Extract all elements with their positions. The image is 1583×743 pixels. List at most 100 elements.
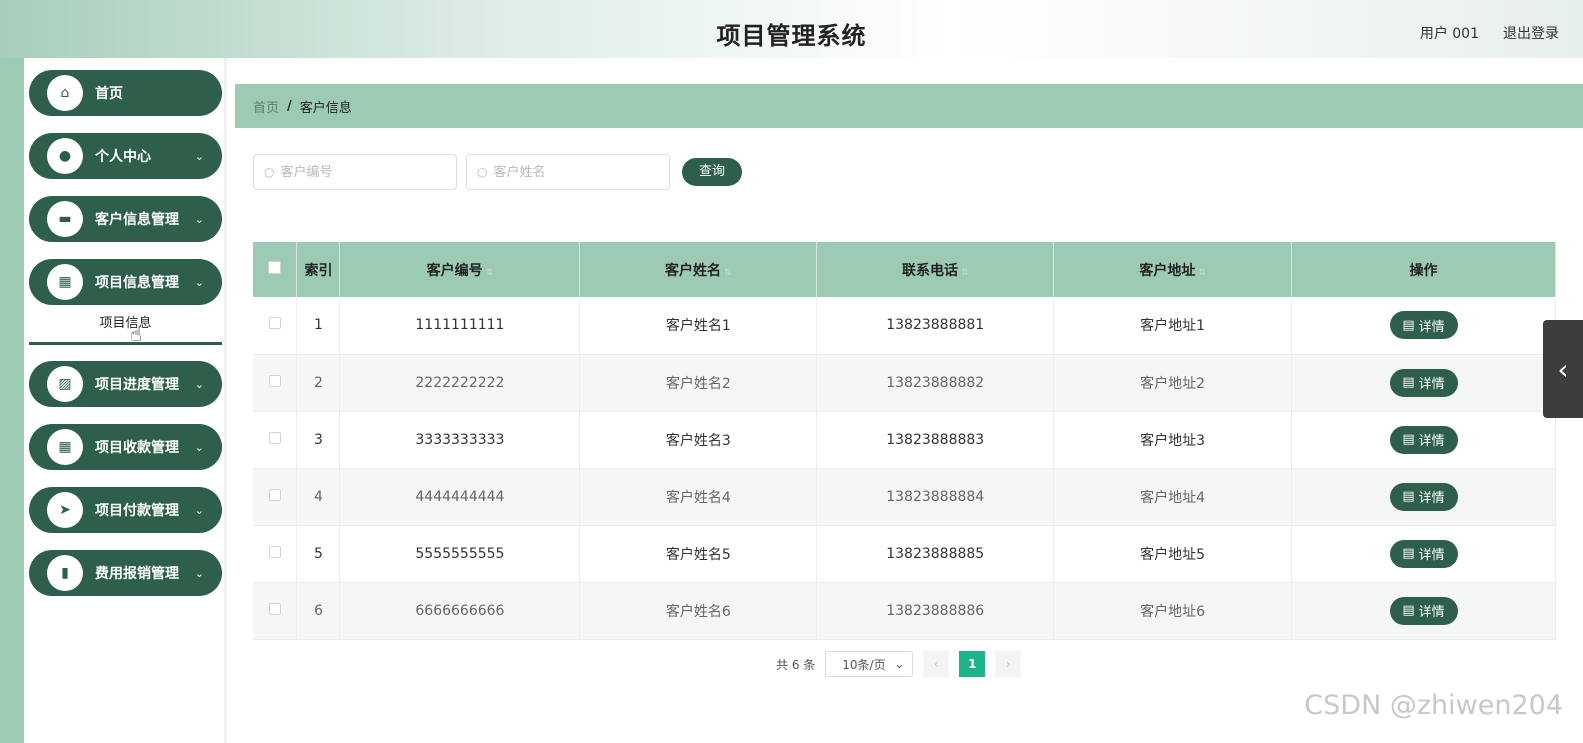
sort-icon[interactable]: ⇅ (486, 268, 494, 278)
cell-customer-name: 客户姓名2 (579, 354, 818, 412)
sort-icon[interactable]: ⇅ (1198, 268, 1206, 278)
detail-button[interactable]: ▤ 详情 (1389, 596, 1458, 625)
collapse-panel-tab[interactable]: ‹ (1543, 320, 1583, 418)
sidebar-item-home[interactable]: ⌂ 首页 (29, 70, 222, 116)
cell-address: 客户地址4 (1053, 468, 1293, 526)
detail-button[interactable]: ▤ 详情 (1389, 425, 1458, 454)
row-checkbox[interactable] (268, 602, 281, 615)
sidebar: ⌂ 首页 ● 个人中心 ⌄ ▬ 客户信息管理 ⌄ ▦ 项目信息管理 ⌄ 项目信息… (24, 58, 227, 743)
detail-button-label: 详情 (1418, 319, 1445, 335)
select-all-checkbox[interactable] (268, 261, 282, 274)
sidebar-item-label: 费用报销管理 (95, 566, 179, 582)
col-address[interactable]: 客户地址 ⇅ (1053, 242, 1293, 297)
document-icon: ▤ (1402, 603, 1415, 618)
cell-actions: ▤ 详情 (1291, 411, 1556, 469)
next-page-button[interactable]: › (995, 651, 1022, 677)
cell-customer-name: 客户姓名5 (579, 525, 818, 583)
detail-button[interactable]: ▤ 详情 (1389, 539, 1458, 568)
cell-index: 1 (296, 297, 341, 355)
col-customer-no-label: 客户编号 (426, 262, 483, 279)
breadcrumb-separator: / (287, 98, 292, 114)
cell-index: 5 (296, 525, 341, 583)
home-icon: ⌂ (47, 75, 83, 111)
row-checkbox[interactable] (268, 545, 281, 558)
cell-customer-no: 5555555555 (339, 525, 581, 583)
customer-name-search[interactable]: ○ (466, 154, 670, 190)
breadcrumb-current: 客户信息 (299, 100, 352, 116)
sidebar-item-project-management[interactable]: ▦ 项目信息管理 ⌄ (29, 259, 222, 305)
cell-customer-no: 2222222222 (339, 354, 581, 412)
hand-cursor-icon: ☝ (130, 322, 143, 346)
chevron-down-icon: ⌄ (194, 377, 204, 391)
cell-address: 客户地址3 (1053, 411, 1293, 469)
cell-address: 客户地址1 (1053, 297, 1293, 355)
detail-button-label: 详情 (1418, 434, 1445, 449)
sidebar-item-progress-management[interactable]: ▨ 项目进度管理 ⌄ (29, 361, 222, 407)
chart-icon: ▨ (47, 366, 83, 402)
cell-customer-no: 6666666666 (339, 582, 581, 640)
detail-button[interactable]: ▤ 详情 (1389, 368, 1458, 397)
table-header-row: 索引 客户编号 ⇅ 客户姓名 ⇅ 联系电话 ⇅ 客户地址 ⇅ 操作 (253, 242, 1556, 297)
detail-button[interactable]: ▤ 详情 (1389, 311, 1458, 340)
cell-customer-name: 客户姓名3 (579, 411, 818, 469)
cell-phone: 13823888886 (816, 582, 1055, 640)
detail-button-label: 详情 (1418, 491, 1445, 506)
col-phone[interactable]: 联系电话 ⇅ (816, 242, 1055, 297)
cell-phone: 13823888883 (816, 411, 1055, 469)
sort-icon[interactable]: ⇅ (961, 268, 969, 278)
row-checkbox[interactable] (268, 374, 281, 387)
sidebar-item-receipt-management[interactable]: ▦ 项目收款管理 ⌄ (29, 424, 222, 470)
detail-button-label: 详情 (1418, 605, 1445, 620)
sidebar-item-label: 客户信息管理 (95, 212, 179, 228)
row-checkbox[interactable] (268, 317, 281, 330)
col-customer-no[interactable]: 客户编号 ⇅ (339, 242, 581, 297)
prev-page-button[interactable]: ‹ (923, 651, 950, 677)
sidebar-item-profile[interactable]: ● 个人中心 ⌄ (29, 133, 222, 179)
search-icon: ○ (477, 165, 488, 179)
sidebar-item-customer-management[interactable]: ▬ 客户信息管理 ⌄ (29, 196, 222, 242)
customer-table: 索引 客户编号 ⇅ 客户姓名 ⇅ 联系电话 ⇅ 客户地址 ⇅ 操作 1 11111111… (253, 242, 1556, 640)
grid-icon: ▦ (47, 429, 83, 465)
customer-no-search[interactable]: ○ (253, 154, 457, 190)
chevron-down-icon: ⌄ (194, 440, 204, 454)
row-checkbox[interactable] (268, 488, 281, 501)
sort-icon[interactable]: ⇅ (724, 268, 732, 278)
cell-customer-name: 客户姓名4 (579, 468, 818, 526)
chevron-down-icon: ⌄ (894, 657, 905, 671)
breadcrumb-home[interactable]: 首页 (253, 97, 279, 116)
col-address-label: 客户地址 (1139, 262, 1196, 279)
customer-no-input[interactable] (280, 164, 431, 180)
sidebar-item-payment-management[interactable]: ➤ 项目付款管理 ⌄ (29, 487, 222, 533)
cell-customer-no: 1111111111 (339, 297, 581, 355)
row-checkbox[interactable] (268, 431, 281, 444)
bar-chart-icon: ▮ (47, 555, 83, 591)
detail-button-label: 详情 (1418, 377, 1445, 392)
cell-address: 客户地址5 (1053, 525, 1293, 583)
detail-button[interactable]: ▤ 详情 (1389, 482, 1458, 511)
left-strip (0, 58, 24, 743)
logout-link[interactable]: 退出登录 (1503, 23, 1559, 43)
cell-index: 2 (296, 354, 341, 412)
chevron-down-icon: ⌄ (194, 503, 204, 517)
query-button[interactable]: 查询 (682, 158, 742, 186)
detail-button-label: 详情 (1418, 548, 1445, 563)
search-icon: ○ (264, 165, 275, 179)
document-icon: ▤ (1402, 317, 1415, 333)
pagination: 共 6 条 10条/页 ⌄ ‹ 1 › (776, 651, 1022, 677)
select-all-cell (253, 242, 298, 297)
col-actions: 操作 (1291, 242, 1556, 297)
row-checkbox-cell (253, 354, 298, 412)
table-row: 5 5555555555 客户姓名5 13823888885 客户地址5 ▤ 详情 (253, 525, 1556, 583)
col-customer-name[interactable]: 客户姓名 ⇅ (579, 242, 818, 297)
cell-phone: 13823888882 (816, 354, 1055, 412)
page-number-1[interactable]: 1 (959, 651, 986, 677)
sidebar-item-expense-management[interactable]: ▮ 费用报销管理 ⌄ (29, 550, 222, 596)
sidebar-item-label: 个人中心 (95, 149, 151, 165)
sidebar-item-label: 项目收款管理 (95, 440, 179, 456)
cell-index: 4 (296, 468, 341, 526)
sidebar-subitem-project-info[interactable]: 项目信息 (29, 309, 222, 345)
cell-actions: ▤ 详情 (1291, 525, 1556, 583)
page-size-select[interactable]: 10条/页 ⌄ (825, 651, 914, 677)
customer-name-input[interactable] (493, 164, 644, 180)
grid-icon: ▦ (47, 264, 83, 300)
